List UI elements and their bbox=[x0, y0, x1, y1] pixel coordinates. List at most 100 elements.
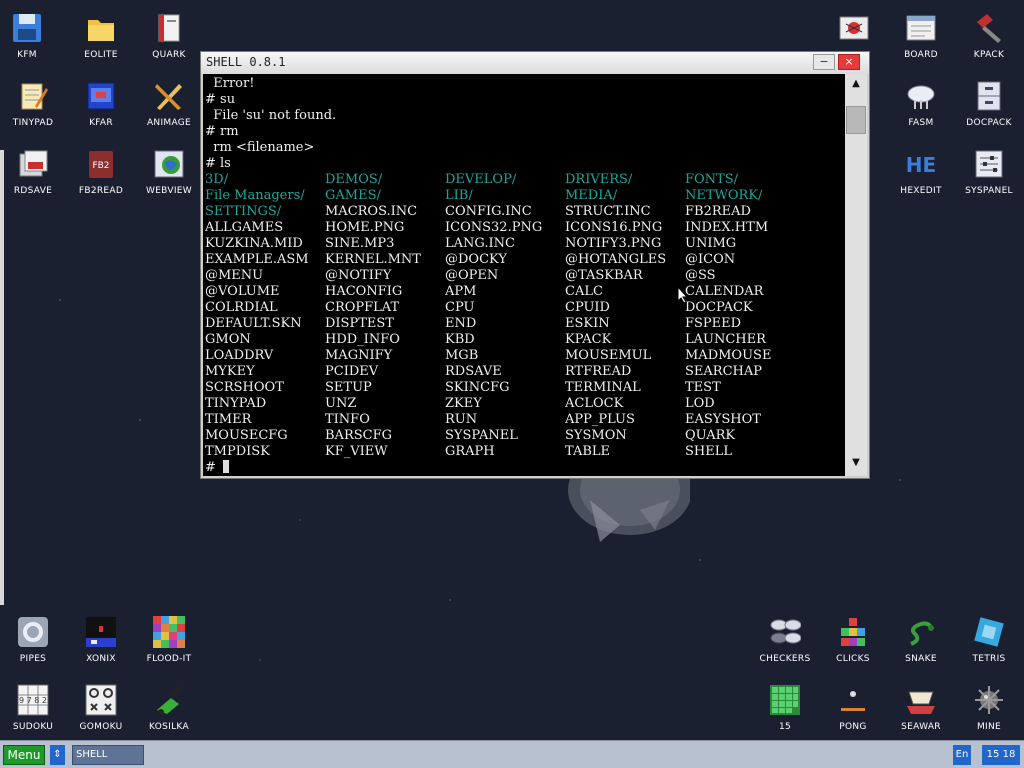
file-entry: DEFAULT.SKN bbox=[205, 316, 302, 331]
desktop-icon-gomoku[interactable]: GOMOKU bbox=[67, 680, 135, 742]
desktop-icon-kosilka[interactable]: KOSILKA bbox=[135, 680, 203, 742]
file-entry: HDD_INFO bbox=[325, 332, 400, 347]
desktop-icon-syspanel[interactable]: SYSPANEL bbox=[955, 144, 1023, 206]
file-entry: MGB bbox=[445, 348, 479, 363]
desktop-icon-label: KFM bbox=[17, 50, 37, 60]
terminal-line: # ls bbox=[205, 156, 231, 171]
folder-icon bbox=[85, 12, 117, 44]
file-entry: KF_VIEW bbox=[325, 444, 388, 459]
desktop-icon-pipes[interactable]: PIPES bbox=[0, 612, 67, 674]
desktop-icon-label: WEBVIEW bbox=[146, 186, 192, 196]
desktop-icon-docpack[interactable]: DOCPACK bbox=[955, 76, 1023, 138]
language-indicator[interactable]: En bbox=[953, 745, 971, 765]
desktop-icon-flood-it[interactable]: FLOOD-IT bbox=[135, 612, 203, 674]
file-entry: TABLE bbox=[565, 444, 611, 459]
desktop-icon-snake[interactable]: SNAKE bbox=[887, 612, 955, 674]
file-entry: MYKEY bbox=[205, 364, 255, 379]
window-titlebar[interactable]: SHELL 0.8.1 − × bbox=[201, 52, 869, 74]
desktop-icon-hexedit[interactable]: HE HEXEDIT bbox=[887, 144, 955, 206]
file-entry: ICONS16.PNG bbox=[565, 220, 663, 235]
desktop-icon-label: PIPES bbox=[19, 654, 47, 664]
file-entry: RUN bbox=[445, 412, 478, 427]
desktop-icon-board[interactable]: BOARD bbox=[887, 8, 955, 70]
desktop-icon-kpack[interactable]: KPACK bbox=[955, 8, 1023, 70]
desktop-icon-label: SUDOKU bbox=[12, 722, 54, 732]
file-entry: KBD bbox=[445, 332, 475, 347]
file-entry: APP_PLUS bbox=[565, 412, 635, 427]
lawnmower-icon bbox=[153, 684, 185, 716]
file-entry: TEST bbox=[685, 380, 721, 395]
desktop-icon-fb2read[interactable]: FB2 FB2READ bbox=[67, 144, 135, 206]
terminal-line: rm <filename> bbox=[205, 140, 315, 155]
desktop-icon-label: HEXEDIT bbox=[900, 186, 942, 196]
file-entry: SYSPANEL bbox=[445, 428, 518, 443]
floppy-icon bbox=[11, 12, 43, 44]
file-entry: ALLGAMES bbox=[205, 220, 284, 235]
desktop-icon-rdsave[interactable]: RDSAVE bbox=[0, 144, 67, 206]
desktop-icon-eolite[interactable]: EOLITE bbox=[67, 8, 135, 70]
desktop-icon-label: KOSILKA bbox=[149, 722, 189, 732]
desktop-icon-tinypad[interactable]: TINYPAD bbox=[0, 76, 67, 138]
menu-button[interactable]: Menu bbox=[3, 745, 45, 765]
left-screen-edge bbox=[0, 150, 4, 605]
desktop-icon-webview[interactable]: WEBVIEW bbox=[135, 144, 203, 206]
desktop-icon-kfar[interactable]: KFAR bbox=[67, 76, 135, 138]
desktop-icon-quark[interactable]: QUARK bbox=[135, 8, 203, 70]
directory-entry: NETWORK/ bbox=[685, 188, 763, 203]
desktop-icon-label: FASM bbox=[908, 118, 934, 128]
desktop-icon-mine[interactable]: MINE bbox=[955, 680, 1023, 742]
file-entry: BARSCFG bbox=[325, 428, 392, 443]
close-button[interactable]: × bbox=[838, 54, 860, 70]
desktop-icon-pong[interactable]: PONG bbox=[819, 680, 887, 742]
file-entry: @OPEN bbox=[445, 268, 499, 283]
desktop-icon-label: TINYPAD bbox=[12, 118, 54, 128]
shell-window[interactable]: SHELL 0.8.1 − × Error! # su File 'su' no… bbox=[200, 51, 870, 479]
scrollbar-thumb[interactable] bbox=[846, 106, 866, 134]
snake-icon bbox=[905, 616, 937, 648]
file-entry: KPACK bbox=[565, 332, 612, 347]
book-icon bbox=[153, 12, 185, 44]
taskbar-item-shell[interactable]: SHELL bbox=[72, 745, 144, 765]
file-entry: KERNEL.MNT bbox=[325, 252, 421, 267]
scroll-down-arrow-icon[interactable]: ▼ bbox=[845, 457, 867, 473]
file-entry: TINYPAD bbox=[205, 396, 267, 411]
scrollbar[interactable]: ▲ ▼ bbox=[845, 74, 867, 476]
file-entry: COLRDIAL bbox=[205, 300, 278, 315]
desktop-icon-fasm[interactable]: FASM bbox=[887, 76, 955, 138]
desktop-icon-sudoku[interactable]: 9 7 8 2 SUDOKU bbox=[0, 680, 67, 742]
minimize-button[interactable]: − bbox=[813, 54, 835, 70]
scroll-up-arrow-icon[interactable]: ▲ bbox=[845, 78, 867, 94]
desktop-icon-kfm[interactable]: KFM bbox=[0, 8, 61, 70]
clock[interactable]: 15 18 bbox=[982, 745, 1020, 765]
desktop-icon-checkers[interactable]: CHECKERS bbox=[751, 612, 819, 674]
desktop-icon-clicks[interactable]: CLICKS bbox=[819, 612, 887, 674]
terminal-output[interactable]: Error! # su File 'su' not found. # rm rm… bbox=[203, 74, 845, 476]
file-entry: HACONFIG bbox=[325, 284, 403, 299]
switch-arrows-icon[interactable]: ⇕ bbox=[50, 745, 65, 765]
desktop-icon-15[interactable]: 15 bbox=[751, 680, 819, 742]
file-entry: TMPDISK bbox=[205, 444, 270, 459]
file-entry: MACROS.INC bbox=[325, 204, 418, 219]
svg-text:HE: HE bbox=[906, 153, 936, 177]
desktop-icon-tetris[interactable]: TETRIS bbox=[955, 612, 1023, 674]
desktop-icon-label: SEAWAR bbox=[901, 722, 941, 732]
checkers-icon bbox=[769, 616, 802, 648]
file-entry: APM bbox=[445, 284, 477, 299]
file-entry: FSPEED bbox=[685, 316, 742, 331]
desktop-icon-seawar[interactable]: SEAWAR bbox=[887, 680, 955, 742]
ship-icon bbox=[905, 684, 937, 716]
file-entry: SCRSHOOT bbox=[205, 380, 284, 395]
file-entry: @SS bbox=[685, 268, 716, 283]
file-entry: @NOTIFY bbox=[325, 268, 392, 283]
file-entry: HOME.PNG bbox=[325, 220, 405, 235]
desktop-icon-animage[interactable]: ANIMAGE bbox=[135, 76, 203, 138]
desktop-icon-label: CLICKS bbox=[836, 654, 870, 664]
desktop-icon-label: ANIMAGE bbox=[146, 118, 192, 128]
file-entry: ZKEY bbox=[445, 396, 482, 411]
file-entry: SEARCHAP bbox=[685, 364, 762, 379]
file-entry: @VOLUME bbox=[205, 284, 280, 299]
desktop-icon-xonix[interactable]: XONIX bbox=[67, 612, 135, 674]
file-entry: TIMER bbox=[205, 412, 252, 427]
file-entry: TERMINAL bbox=[565, 380, 641, 395]
file-entry: EASYSHOT bbox=[685, 412, 761, 427]
